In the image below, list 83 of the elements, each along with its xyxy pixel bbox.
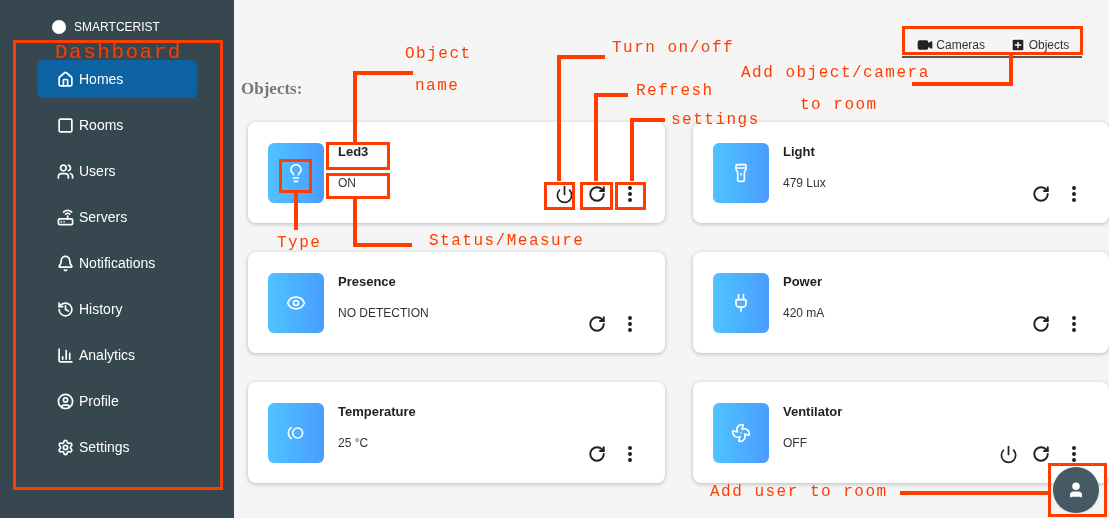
refresh-icon — [1032, 314, 1050, 333]
highlight-frame — [544, 182, 575, 210]
refresh-button[interactable] — [588, 185, 606, 203]
bell-icon — [57, 254, 74, 272]
object-status: ON — [338, 175, 357, 192]
object-status: NO DETECTION — [338, 305, 429, 322]
history-icon — [57, 300, 74, 318]
power-icon — [555, 184, 574, 204]
leader-line — [353, 71, 413, 142]
refresh-button[interactable] — [1032, 184, 1050, 203]
annotation-label: Refresh — [636, 83, 714, 99]
highlight-frame — [279, 159, 312, 193]
add-tab[interactable]: Objects — [997, 33, 1082, 58]
section-heading: Objects: — [241, 78, 303, 100]
leader-line — [630, 118, 665, 181]
sidebar-item[interactable]: Servers — [37, 198, 197, 236]
annotation-label: Dashboard — [55, 42, 182, 63]
sidebar-item[interactable]: History — [37, 290, 197, 328]
object-name: Presence — [338, 272, 397, 291]
refresh-button[interactable] — [588, 444, 606, 463]
add-square-icon — [1009, 36, 1026, 53]
more-icon — [628, 186, 632, 202]
more-icon — [628, 315, 632, 332]
object-name: Temperature — [338, 402, 416, 421]
highlight-frame — [326, 173, 390, 199]
annotation-label: Turn on/off — [612, 40, 735, 56]
gear-icon — [57, 438, 74, 456]
bar-chart-icon — [57, 346, 74, 364]
annotation-label: Type — [277, 235, 322, 251]
annotation-label: Add object/camera — [741, 65, 930, 81]
sidebar-item[interactable]: Rooms — [37, 106, 197, 144]
highlight-frame — [580, 182, 613, 210]
highlight-frame — [1048, 463, 1107, 517]
sidebar-item[interactable]: Analytics — [37, 336, 197, 374]
sidebar-item[interactable]: Profile — [37, 382, 197, 420]
object-status: 420 mA — [783, 305, 825, 322]
refresh-icon — [588, 444, 606, 463]
annotation-label: name — [415, 78, 460, 94]
logo-icon — [52, 20, 67, 34]
object-name: Ventilator — [783, 402, 843, 421]
object-name: Light — [783, 142, 816, 161]
fan-icon — [731, 422, 751, 443]
object-name: Power — [783, 272, 823, 291]
sidebar-item[interactable]: Users — [37, 152, 197, 190]
user-icon — [1067, 481, 1085, 499]
more-icon — [1072, 185, 1076, 202]
refresh-icon — [1032, 445, 1050, 463]
more-icon — [1072, 446, 1076, 462]
add-user-button[interactable] — [1053, 467, 1099, 513]
annotation-label: Status/Measure — [429, 233, 585, 249]
annotation-label: to room — [800, 97, 878, 113]
add-tab[interactable]: Cameras — [902, 33, 997, 58]
users-icon — [57, 162, 74, 180]
refresh-button[interactable] — [588, 314, 606, 333]
object-status: 479 Lux — [783, 175, 826, 192]
highlight-frame — [615, 182, 646, 210]
annotation-label: Add user to room — [710, 484, 888, 500]
home-icon — [57, 70, 74, 88]
leader-line — [353, 199, 412, 247]
sidebar-item[interactable]: Settings — [37, 428, 197, 466]
leader-line — [294, 193, 298, 230]
refresh-button[interactable] — [1032, 445, 1050, 463]
power-button[interactable] — [999, 444, 1018, 464]
annotation-label: Object — [405, 46, 472, 62]
user-circle-icon — [57, 392, 74, 410]
brand-name: SMARTCERIST — [74, 19, 160, 36]
more-icon — [628, 445, 632, 462]
object-name: Led3 — [338, 142, 369, 161]
power-button[interactable] — [555, 184, 574, 204]
object-status: OFF — [783, 435, 808, 452]
refresh-icon — [588, 314, 606, 333]
power-icon — [999, 444, 1018, 464]
object-status: 25 °C — [338, 435, 370, 452]
sidebar-item[interactable]: Notifications — [37, 244, 197, 282]
highlight-frame — [326, 142, 390, 170]
refresh-icon — [588, 185, 606, 203]
square-icon — [57, 116, 74, 134]
sidebar-item[interactable]: Homes — [37, 60, 197, 98]
more-icon — [1072, 315, 1076, 332]
annotation-label: settings — [671, 112, 760, 128]
refresh-icon — [1032, 184, 1050, 203]
refresh-button[interactable] — [1032, 314, 1050, 333]
router-icon — [57, 208, 74, 226]
